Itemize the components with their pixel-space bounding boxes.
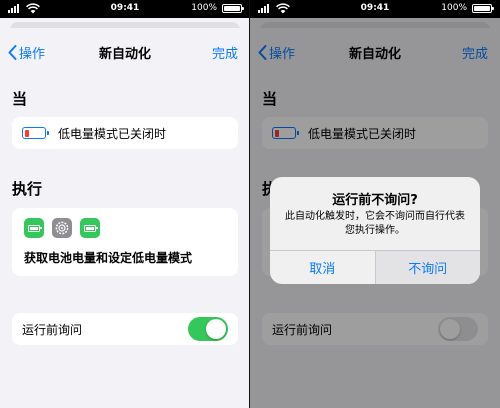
trigger-text: 低电量模式已关闭时 — [58, 126, 167, 141]
back-button[interactable]: 操作 — [8, 43, 45, 62]
nav-bar: 操作 新自动化 完成 — [0, 40, 250, 64]
low-battery-icon — [22, 127, 49, 139]
battery-percent: 100% — [441, 3, 467, 13]
action-section-title: 执行 — [12, 180, 43, 198]
toggle-knob — [206, 319, 226, 339]
alert-button-row: 取消 不询问 — [270, 250, 480, 284]
alert-title: 运行前不询问? — [332, 193, 418, 208]
action-text: 获取电池电量和设定低电量模式 — [24, 251, 193, 265]
done-button[interactable]: 完成 — [212, 43, 238, 62]
alert-message: 此自动化触发时，它会不询问而自行代表您执行操作。 — [285, 211, 465, 236]
battery-percent: 100% — [191, 3, 217, 13]
trigger-section-title: 当 — [12, 90, 28, 108]
settings-gear-icon — [52, 218, 72, 238]
alert-cancel-button[interactable]: 取消 — [270, 251, 376, 284]
alert-dont-ask-button[interactable]: 不询问 — [375, 251, 480, 284]
ask-before-running-toggle[interactable] — [188, 317, 228, 341]
chevron-left-icon — [8, 45, 17, 60]
back-label: 操作 — [19, 47, 46, 62]
trigger-card[interactable]: 低电量模式已关闭时 — [12, 117, 238, 149]
confirm-alert: 运行前不询问? 此自动化触发时，它会不询问而自行代表您执行操作。 取消 不询问 — [270, 177, 480, 284]
battery-app-icon — [24, 218, 44, 238]
status-bar: 09:41 100% — [0, 0, 250, 18]
status-bar: 09:41 100% — [250, 0, 500, 18]
battery-icon — [472, 4, 494, 13]
automation-sheet: 操作 新自动化 完成 当 低电量模式已关闭时 执行 获取电池电量和设定低电量模式 — [0, 28, 250, 408]
left-screen: 09:41 100% 操作 新自动化 完成 当 低电量模式已关闭时 执行 获取电… — [0, 0, 250, 408]
ask-before-running-label: 运行前询问 — [22, 322, 83, 337]
battery-app-icon — [80, 218, 100, 238]
action-card[interactable]: 获取电池电量和设定低电量模式 — [12, 208, 238, 276]
ask-before-running-card: 运行前询问 — [12, 313, 238, 345]
battery-icon — [222, 4, 244, 13]
